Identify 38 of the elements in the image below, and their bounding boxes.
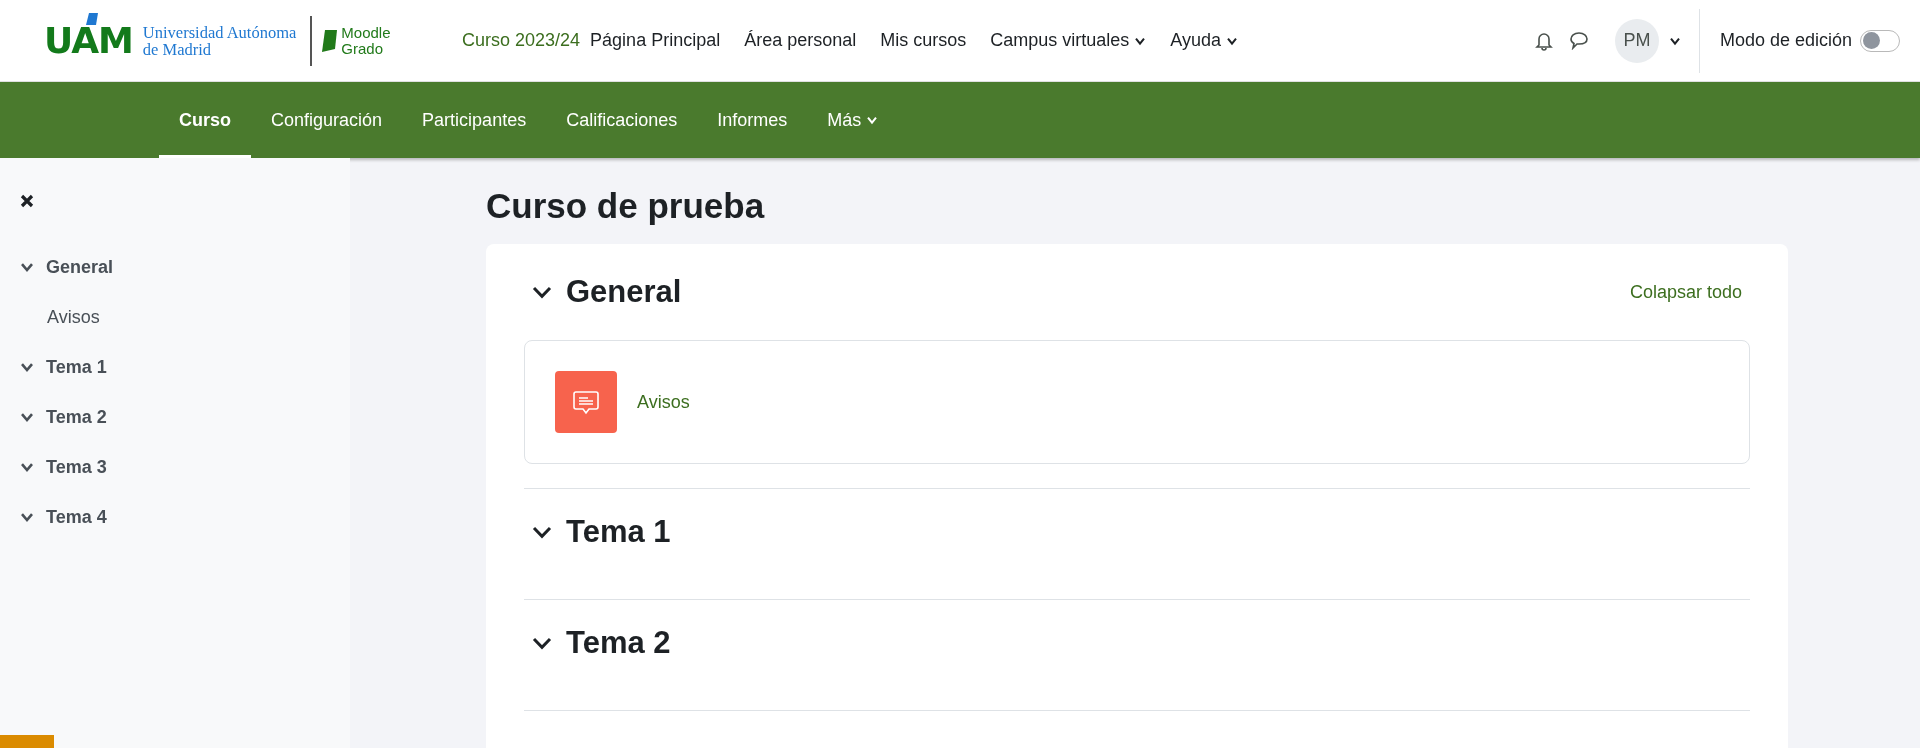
section-title: Tema 2	[566, 625, 671, 661]
speech-bubble-icon	[572, 389, 600, 415]
nav-tab[interactable]: Calificaciones	[546, 82, 698, 158]
activity-link[interactable]: Avisos	[637, 391, 690, 413]
logo-accent-icon	[86, 12, 98, 25]
nav-link[interactable]: Área personal	[744, 30, 857, 51]
sidebar-item[interactable]: Tema 3	[46, 456, 107, 478]
logo-mark: UAM	[44, 25, 133, 56]
course-year-link[interactable]: Curso 2023/24	[462, 30, 581, 51]
speech-bubble-icon	[1568, 31, 1589, 50]
logo-text: Universidad Autónoma	[142, 23, 297, 41]
logo-text: Moodle	[341, 24, 391, 41]
nav-tab[interactable]: Informes	[697, 82, 808, 158]
user-avatar[interactable]: PM	[1614, 18, 1659, 63]
logo-text: Grado	[341, 40, 385, 57]
nav-tab[interactable]: Configuración	[251, 82, 403, 158]
edit-mode-label: Modo de edición	[1719, 30, 1852, 51]
close-icon	[20, 194, 34, 208]
edit-mode-switch[interactable]	[1860, 29, 1900, 52]
moodle-flag-icon	[322, 29, 339, 52]
bell-icon	[1534, 30, 1553, 51]
section-title: Tema 1	[566, 514, 671, 550]
sidebar-item[interactable]: General	[46, 256, 114, 278]
nav-link[interactable]: Página Principal	[590, 30, 721, 51]
nav-link[interactable]: Campus virtuales	[990, 30, 1147, 51]
nav-tab[interactable]: Más	[807, 82, 899, 158]
sidebar-item[interactable]: Tema 1	[46, 356, 107, 378]
collapse-all-link[interactable]: Colapsar todo	[1629, 281, 1742, 303]
logo-text: de Madrid	[142, 40, 213, 58]
nav-tab[interactable]: Participantes	[402, 82, 547, 158]
page-title: Curso de prueba	[486, 186, 766, 226]
nav-link[interactable]: Ayuda	[1170, 30, 1239, 51]
chevron-down-icon	[866, 114, 879, 126]
sidebar-item[interactable]: Avisos	[47, 306, 100, 328]
nav-link[interactable]: Mis cursos	[880, 30, 967, 51]
sidebar-item[interactable]: Tema 4	[46, 506, 107, 528]
sidebar-item[interactable]: Tema 2	[46, 406, 107, 428]
section-title: General	[566, 274, 682, 310]
